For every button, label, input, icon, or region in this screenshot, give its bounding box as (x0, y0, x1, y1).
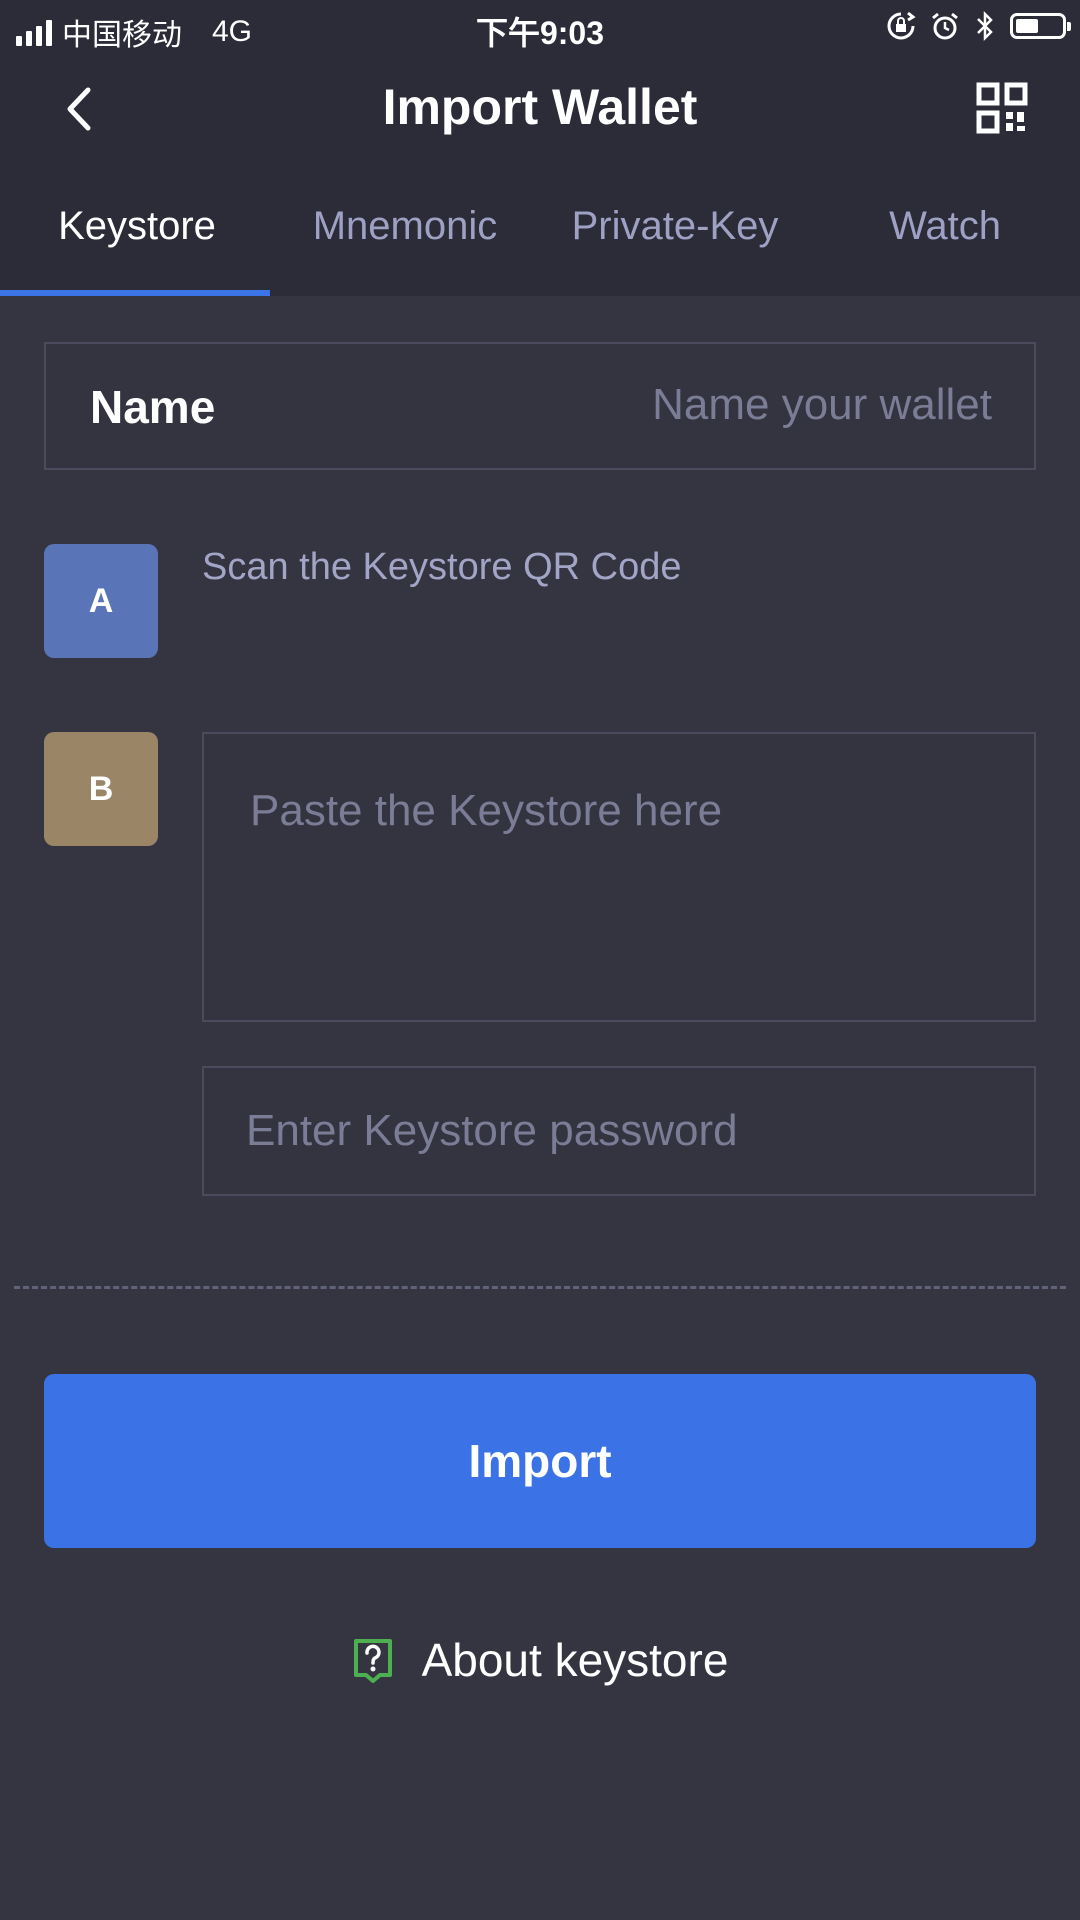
active-tab-indicator (0, 290, 270, 296)
about-keystore-label: About keystore (421, 1634, 729, 1686)
tab-private-key[interactable]: Private-Key (540, 204, 810, 249)
battery-icon (1010, 13, 1071, 39)
step-b-badge: B (44, 732, 158, 846)
help-question-icon (353, 1639, 392, 1683)
keystore-password-input[interactable] (202, 1066, 1036, 1196)
scan-keystore-qr-link[interactable]: Scan the Keystore QR Code (202, 546, 681, 589)
tab-keystore[interactable]: Keystore (2, 204, 272, 249)
dashed-divider (14, 1286, 1066, 1289)
status-right (886, 10, 1071, 42)
alarm-icon (932, 12, 958, 40)
keystore-textarea[interactable] (202, 732, 1036, 1022)
tab-mnemonic[interactable]: Mnemonic (270, 204, 540, 249)
qr-code-icon[interactable] (976, 82, 1028, 134)
status-bar: 中国移动 4G 下午9:03 (0, 0, 1080, 56)
name-label: Name (90, 381, 216, 433)
tab-bar: Keystore Mnemonic Private-Key Watch (0, 162, 1080, 296)
about-keystore-link[interactable]: About keystore (0, 1624, 1080, 1696)
bluetooth-icon (977, 10, 993, 42)
import-button[interactable]: Import (44, 1374, 1036, 1548)
wallet-name-field: Name (44, 342, 1036, 470)
step-a-badge: A (44, 544, 158, 658)
rotation-lock-icon (887, 11, 916, 40)
tab-watch[interactable]: Watch (810, 204, 1080, 249)
header-panel: 中国移动 4G 下午9:03 Import Wallet Keystore Mn… (0, 0, 1080, 296)
wallet-name-input[interactable] (430, 372, 994, 438)
nav-bar: Import Wallet (0, 56, 1080, 162)
page-title: Import Wallet (382, 79, 698, 135)
